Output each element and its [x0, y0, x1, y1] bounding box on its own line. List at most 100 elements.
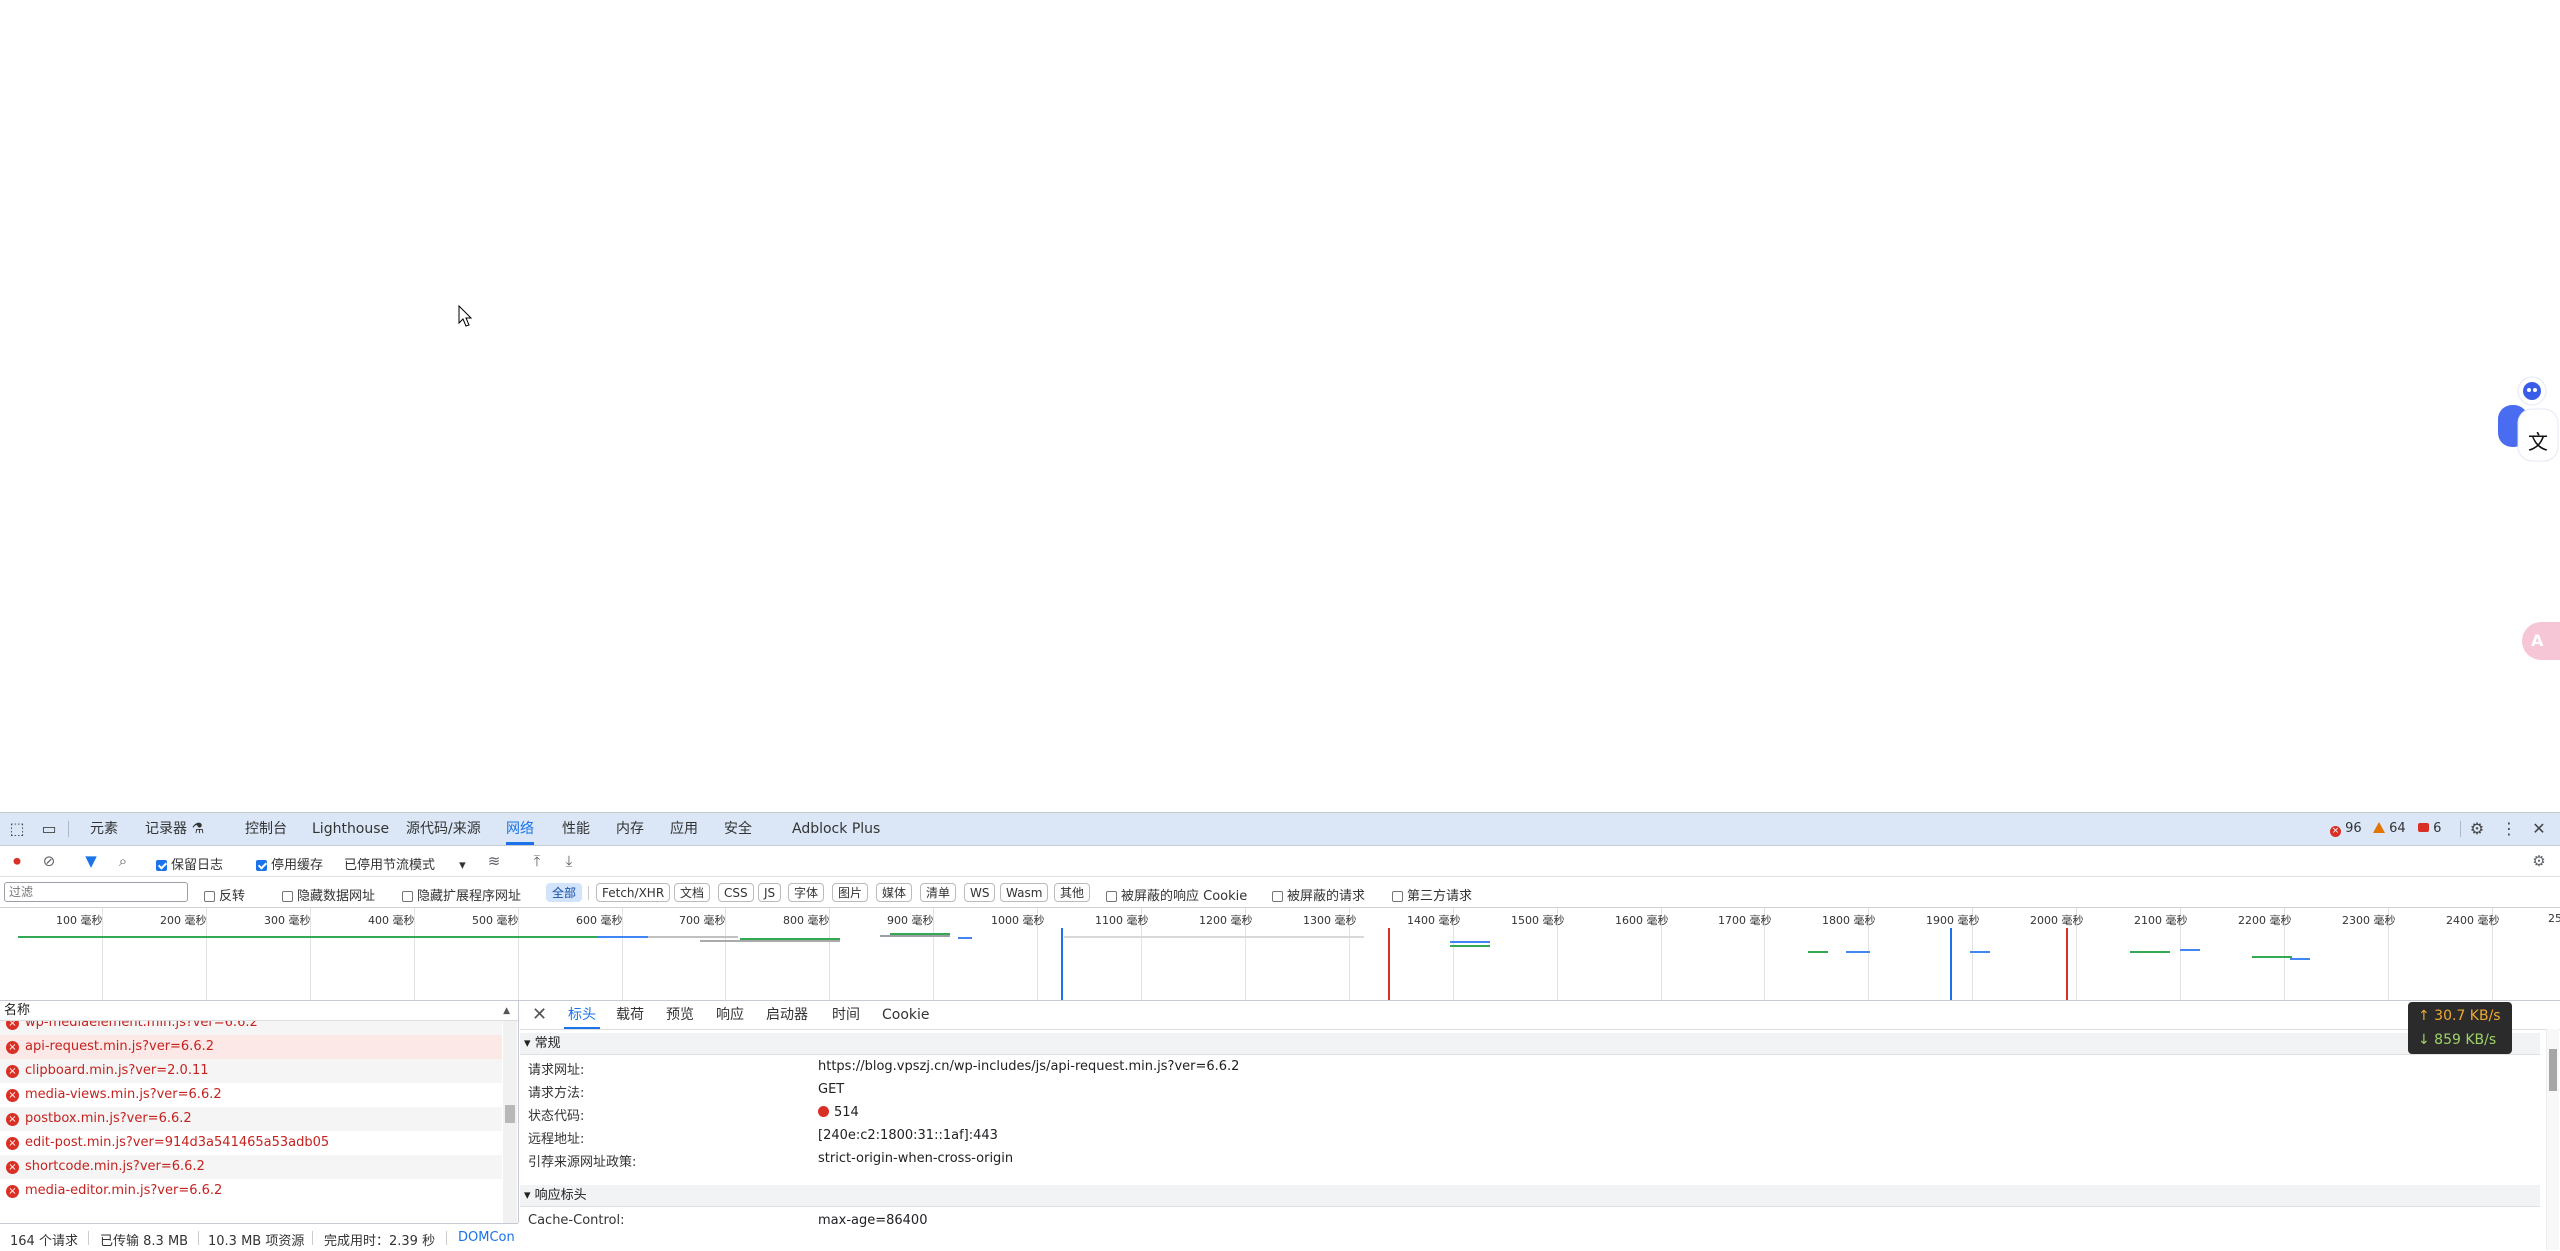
detail-tab-response[interactable]: 响应 [716, 1001, 744, 1029]
network-speed-widget: ↑ 30.7 KB/s ↓ 859 KB/s [2408, 1002, 2512, 1054]
timeline-tick-label: 1200 毫秒 [1199, 914, 1253, 927]
clear-log-icon[interactable]: ⊘ [40, 852, 58, 870]
detail-tab-payload[interactable]: 载荷 [616, 1001, 644, 1029]
search-icon[interactable]: ⌕ [114, 852, 132, 870]
timeline-event-marker [2066, 928, 2068, 1000]
request-name: clipboard.min.js?ver=2.0.11 [25, 1063, 209, 1078]
request-row[interactable]: × shortcode.min.js?ver=6.6.2 [0, 1155, 502, 1179]
type-filter-doc[interactable]: 文档 [674, 883, 711, 902]
settings-gear-icon[interactable]: ⚙ [2468, 820, 2486, 838]
request-row[interactable]: × edit-post.min.js?ver=914d3a541465a53adb… [0, 1131, 502, 1155]
type-filter-font[interactable]: 字体 [788, 883, 825, 902]
tab-application[interactable]: 应用 [670, 813, 698, 845]
translate-float-button[interactable]: A [2522, 622, 2560, 660]
request-row[interactable]: × clipboard.min.js?ver=2.0.11 [0, 1059, 502, 1083]
sort-ascending-icon: ▲ [503, 1006, 510, 1016]
timeline-tick-label: 2200 毫秒 [2238, 914, 2292, 927]
network-conditions-wifi-icon[interactable]: ≋ [485, 852, 503, 870]
timeline-tick-label: 700 毫秒 [679, 914, 726, 927]
close-devtools-icon[interactable]: ✕ [2530, 820, 2548, 838]
timeline-tick-label: 900 毫秒 [887, 914, 934, 927]
request-row[interactable]: × postbox.min.js?ver=6.6.2 [0, 1107, 502, 1131]
tab-network[interactable]: 网络 [506, 813, 534, 845]
tab-performance[interactable]: 性能 [562, 813, 590, 845]
assistant-bot-icon[interactable]: 文 [2496, 365, 2560, 465]
timeline-tick-label: 2100 毫秒 [2134, 914, 2188, 927]
invert-checkbox[interactable]: 反转 [204, 885, 245, 904]
detail-tab-initiator[interactable]: 启动器 [766, 1001, 808, 1029]
type-filter-img[interactable]: 图片 [832, 883, 869, 902]
type-filter-other[interactable]: 其他 [1054, 883, 1091, 902]
preserve-log-checkbox[interactable]: 保留日志 [156, 854, 223, 873]
tab-security[interactable]: 安全 [724, 813, 752, 845]
type-filter-js[interactable]: JS [758, 883, 782, 902]
page-viewport: 文 A [0, 0, 2560, 812]
request-row[interactable]: × media-editor.min.js?ver=6.6.2 [0, 1179, 502, 1203]
request-row[interactable]: × api-request.min.js?ver=6.6.2 [0, 1035, 502, 1059]
expand-triangle-icon: ▾ [524, 1036, 531, 1051]
type-filter-all[interactable]: 全部 [546, 883, 583, 902]
timeline-tick-label: 25 [2548, 912, 2560, 925]
response-headers-section-header[interactable]: ▾ 响应标头 [520, 1185, 2540, 1207]
type-filter-media[interactable]: 媒体 [876, 883, 913, 902]
request-list-scrollbar[interactable] [503, 1021, 517, 1223]
request-row[interactable]: × media-views.min.js?ver=6.6.2 [0, 1083, 502, 1107]
filter-funnel-icon[interactable]: ▼ [82, 852, 100, 870]
disable-cache-checkbox[interactable]: 停用缓存 [256, 854, 323, 873]
blocked-response-cookies-checkbox[interactable]: 被屏蔽的响应 Cookie [1106, 885, 1247, 904]
more-options-icon[interactable]: ⋮ [2500, 820, 2518, 838]
network-settings-gear-icon[interactable]: ⚙ [2530, 852, 2548, 870]
third-party-requests-checkbox[interactable]: 第三方请求 [1392, 885, 1472, 904]
network-overview-timeline[interactable]: 100 毫秒 200 毫秒 300 毫秒 400 毫秒 500 毫秒 600 毫秒 700 … [0, 908, 2560, 1001]
tab-recorder[interactable]: 记录器 ⚗ [145, 813, 204, 845]
request-name: media-editor.min.js?ver=6.6.2 [25, 1183, 223, 1198]
tab-console[interactable]: 控制台 [245, 813, 287, 845]
filter-input[interactable] [4, 882, 188, 902]
import-har-icon[interactable]: ⤒ [528, 852, 546, 870]
type-filter-fetch-xhr[interactable]: Fetch/XHR [596, 883, 671, 902]
warning-count-badge[interactable]: 64 [2373, 821, 2406, 836]
detail-tab-preview[interactable]: 预览 [666, 1001, 694, 1029]
tab-sources[interactable]: 源代码/来源 [406, 813, 481, 845]
timeline-tick-label: 100 毫秒 [56, 914, 103, 927]
type-filter-ws[interactable]: WS [964, 883, 996, 902]
general-section-header[interactable]: ▾ 常规 [520, 1033, 2540, 1055]
hide-extension-urls-checkbox[interactable]: 隐藏扩展程序网址 [402, 885, 521, 904]
issues-count-badge[interactable]: 6 [2418, 821, 2441, 836]
timeline-tick-label: 200 毫秒 [160, 914, 207, 927]
request-name: edit-post.min.js?ver=914d3a541465a53adb0… [25, 1135, 330, 1150]
type-filter-css[interactable]: CSS [718, 883, 754, 902]
close-detail-icon[interactable]: ✕ [532, 1004, 547, 1025]
timeline-tick-label: 2400 毫秒 [2446, 914, 2500, 927]
timeline-request-bar [598, 936, 648, 938]
detail-tabs: ✕ 标头 载荷 预览 响应 启动器 时间 Cookie [520, 1001, 2560, 1030]
error-count-badge[interactable]: × 96 [2330, 821, 2362, 837]
detail-tab-cookie[interactable]: Cookie [882, 1001, 930, 1029]
device-toolbar-icon[interactable]: ▭ [40, 820, 58, 838]
timeline-request-bar [1846, 951, 1870, 953]
detail-scrollbar[interactable] [2546, 1029, 2559, 1250]
detail-tab-timing[interactable]: 时间 [832, 1001, 860, 1029]
blocked-requests-checkbox[interactable]: 被屏蔽的请求 [1272, 885, 1365, 904]
timeline-request-bar [648, 936, 738, 938]
timeline-tick-label: 1400 毫秒 [1407, 914, 1461, 927]
tab-memory[interactable]: 内存 [616, 813, 644, 845]
issue-icon [2418, 823, 2429, 832]
tab-elements[interactable]: 元素 [90, 813, 118, 845]
export-har-icon[interactable]: ⤓ [560, 852, 578, 870]
translate-icon: A [2531, 631, 2544, 650]
tab-lighthouse[interactable]: Lighthouse [312, 813, 389, 845]
type-filter-manifest[interactable]: 清单 [920, 883, 957, 902]
request-row[interactable]: × wp-mediaelement.min.js?ver=6.6.2 [0, 1021, 502, 1035]
name-column-header[interactable]: 名称 ▲ [0, 1001, 518, 1021]
timeline-request-bar [890, 933, 950, 935]
mouse-cursor-icon [458, 305, 473, 327]
type-filter-wasm[interactable]: Wasm [1000, 883, 1049, 902]
throttling-select[interactable]: 已停用节流模式 ▾ [344, 854, 466, 873]
detail-tab-headers[interactable]: 标头 [564, 1001, 600, 1029]
inspect-element-icon[interactable]: ⬚ [8, 820, 26, 838]
tab-adblock-plus[interactable]: Adblock Plus [792, 813, 880, 845]
timeline-request-bar [880, 935, 950, 937]
stop-recording-icon[interactable]: ⏺ [8, 852, 26, 870]
hide-data-urls-checkbox[interactable]: 隐藏数据网址 [282, 885, 375, 904]
